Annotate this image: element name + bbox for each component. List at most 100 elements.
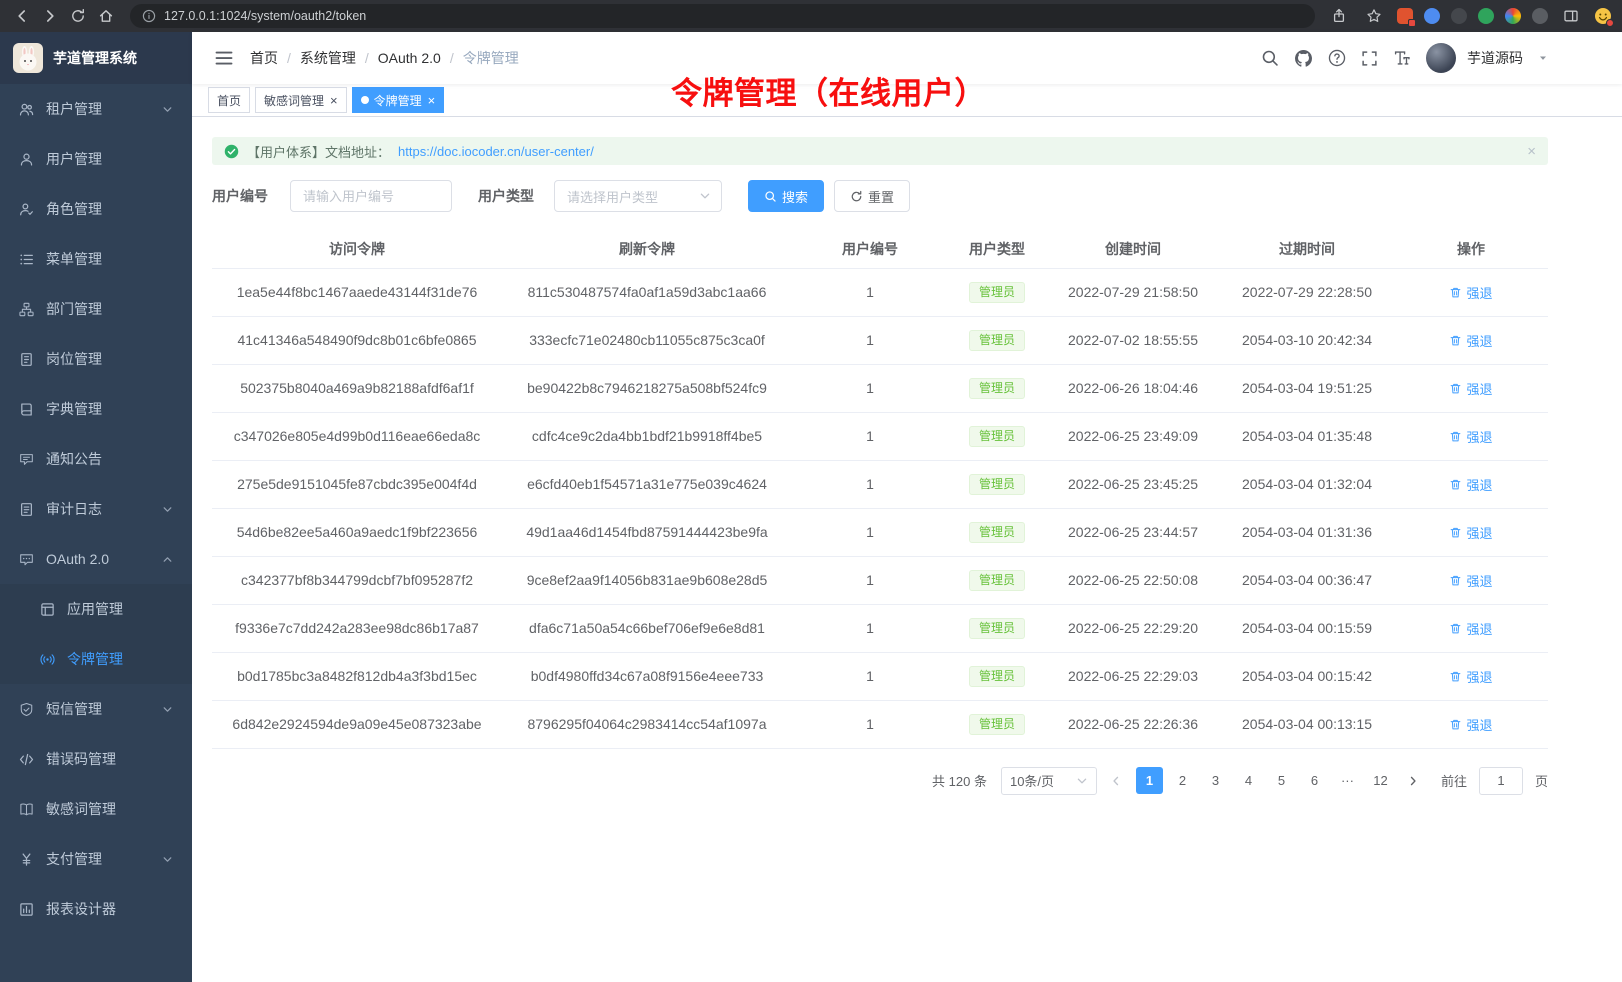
- app-icon: [40, 602, 55, 617]
- expire-time-cell: 2054-03-04 00:13:15: [1220, 700, 1394, 748]
- sidebar-item-tenant[interactable]: 租户管理: [0, 84, 192, 134]
- force-logout-button[interactable]: 强退: [1449, 475, 1492, 494]
- page-button-2[interactable]: 2: [1169, 767, 1196, 794]
- sidebar-item-notice[interactable]: 通知公告: [0, 434, 192, 484]
- extension-icon[interactable]: [1397, 8, 1413, 24]
- hamburger-icon[interactable]: [206, 48, 242, 68]
- browser-refresh-icon[interactable]: [66, 4, 90, 28]
- prev-page-button[interactable]: [1103, 767, 1130, 794]
- search-button[interactable]: 搜索: [748, 180, 824, 212]
- reset-button[interactable]: 重置: [834, 180, 910, 212]
- alert-close-icon[interactable]: ×: [1527, 143, 1536, 160]
- refresh-token-cell: 49d1aa46d1454fbd87591444423be9fa: [502, 508, 792, 556]
- extension-icon[interactable]: [1451, 8, 1467, 24]
- page-button-6[interactable]: 6: [1301, 767, 1328, 794]
- browser-profile-avatar[interactable]: [1594, 7, 1612, 25]
- breadcrumb-item[interactable]: OAuth 2.0: [378, 50, 441, 66]
- force-logout-button[interactable]: 强退: [1449, 715, 1492, 734]
- force-logout-button[interactable]: 强退: [1449, 379, 1492, 398]
- sidebar-item-token[interactable]: 令牌管理: [0, 634, 192, 684]
- user-type-cell: 管理员: [948, 268, 1046, 316]
- page-button-1[interactable]: 1: [1136, 767, 1163, 794]
- extension-icon[interactable]: [1424, 8, 1440, 24]
- tab-home[interactable]: 首页: [208, 87, 250, 113]
- doc-alert: 【用户体系】文档地址： https://doc.iocoder.cn/user-…: [212, 137, 1548, 165]
- extension-icon[interactable]: [1478, 8, 1494, 24]
- tab-sensitive-word[interactable]: 敏感词管理×: [255, 87, 347, 113]
- browser-home-icon[interactable]: [94, 4, 118, 28]
- tab-token[interactable]: 令牌管理×: [352, 87, 445, 113]
- tab-label: 首页: [217, 92, 241, 109]
- more-pages-button[interactable]: ···: [1334, 767, 1361, 794]
- split-view-icon[interactable]: [1559, 4, 1583, 28]
- force-logout-button[interactable]: 强退: [1449, 667, 1492, 686]
- page-button-5[interactable]: 5: [1268, 767, 1295, 794]
- user-type-cell: 管理员: [948, 460, 1046, 508]
- force-logout-button[interactable]: 强退: [1449, 619, 1492, 638]
- sidebar-item-audit[interactable]: 审计日志: [0, 484, 192, 534]
- extension-icon[interactable]: [1532, 8, 1548, 24]
- sidebar-item-post[interactable]: 岗位管理: [0, 334, 192, 384]
- goto-page-input[interactable]: [1479, 767, 1523, 795]
- user-type-select[interactable]: 请选择用户类型: [554, 180, 722, 212]
- next-page-button[interactable]: [1400, 767, 1427, 794]
- close-icon[interactable]: ×: [330, 94, 338, 107]
- token-table: 访问令牌刷新令牌用户编号用户类型创建时间过期时间操作 1ea5e44f8bc14…: [212, 230, 1548, 749]
- pay-icon: [19, 852, 34, 867]
- fullscreen-icon[interactable]: [1361, 50, 1378, 67]
- help-icon[interactable]: [1328, 49, 1346, 67]
- page-button-3[interactable]: 3: [1202, 767, 1229, 794]
- bookmark-star-icon[interactable]: [1362, 4, 1386, 28]
- user-id-label: 用户编号: [212, 186, 268, 206]
- search-icon[interactable]: [1261, 49, 1279, 67]
- page-size-select[interactable]: 10条/页: [1001, 767, 1097, 795]
- username[interactable]: 芋道源码: [1467, 48, 1523, 68]
- dict-icon: [19, 402, 34, 417]
- action-cell: 强退: [1394, 268, 1548, 316]
- create-time-cell: 2022-06-25 22:29:03: [1046, 652, 1220, 700]
- sidebar-item-oauth[interactable]: OAuth 2.0: [0, 534, 192, 584]
- browser-back-icon[interactable]: [10, 4, 34, 28]
- breadcrumb-item[interactable]: 系统管理: [300, 48, 356, 68]
- force-logout-button[interactable]: 强退: [1449, 283, 1492, 302]
- sidebar-item-app[interactable]: 应用管理: [0, 584, 192, 634]
- sidebar-item-menu[interactable]: 菜单管理: [0, 234, 192, 284]
- sidebar-item-sensitive[interactable]: 敏感词管理: [0, 784, 192, 834]
- refresh-icon: [850, 190, 863, 203]
- sidebar-item-label: 岗位管理: [46, 349, 102, 369]
- avatar[interactable]: [1426, 43, 1456, 73]
- user-id-input[interactable]: [290, 180, 452, 212]
- sidebar-item-errcode[interactable]: 错误码管理: [0, 734, 192, 784]
- force-logout-button[interactable]: 强退: [1449, 523, 1492, 542]
- github-icon[interactable]: [1294, 49, 1313, 68]
- share-icon[interactable]: [1327, 4, 1351, 28]
- extension-icon[interactable]: [1505, 8, 1521, 24]
- sidebar-item-label: 角色管理: [46, 199, 102, 219]
- chevron-down-icon[interactable]: [1538, 53, 1548, 63]
- trash-icon: [1449, 286, 1462, 299]
- page-button-4[interactable]: 4: [1235, 767, 1262, 794]
- sidebar-item-report[interactable]: 报表设计器: [0, 884, 192, 934]
- force-logout-button[interactable]: 强退: [1449, 571, 1492, 590]
- sidebar-item-dept[interactable]: 部门管理: [0, 284, 192, 334]
- page-button-12[interactable]: 12: [1367, 767, 1394, 794]
- close-icon[interactable]: ×: [428, 94, 436, 107]
- action-cell: 强退: [1394, 460, 1548, 508]
- sidebar-item-sms[interactable]: 短信管理: [0, 684, 192, 734]
- sidebar-item-role[interactable]: 角色管理: [0, 184, 192, 234]
- browser-address-bar[interactable]: 127.0.0.1:1024/system/oauth2/token: [130, 4, 1315, 28]
- sidebar-item-dict[interactable]: 字典管理: [0, 384, 192, 434]
- font-size-icon[interactable]: [1393, 49, 1411, 67]
- sidebar-item-user[interactable]: 用户管理: [0, 134, 192, 184]
- force-logout-button[interactable]: 强退: [1449, 331, 1492, 350]
- breadcrumb-item[interactable]: 首页: [250, 48, 278, 68]
- force-logout-button[interactable]: 强退: [1449, 427, 1492, 446]
- access-token-cell: c347026e805e4d99b0d116eae66eda8c: [212, 412, 502, 460]
- sidebar-item-pay[interactable]: 支付管理: [0, 834, 192, 884]
- doc-link[interactable]: https://doc.iocoder.cn/user-center/: [398, 144, 594, 159]
- sidebar-item-label: 部门管理: [46, 299, 102, 319]
- sidebar-item-label: 审计日志: [46, 499, 102, 519]
- site-info-icon[interactable]: [142, 9, 156, 23]
- browser-forward-icon[interactable]: [38, 4, 62, 28]
- expire-time-cell: 2054-03-04 00:36:47: [1220, 556, 1394, 604]
